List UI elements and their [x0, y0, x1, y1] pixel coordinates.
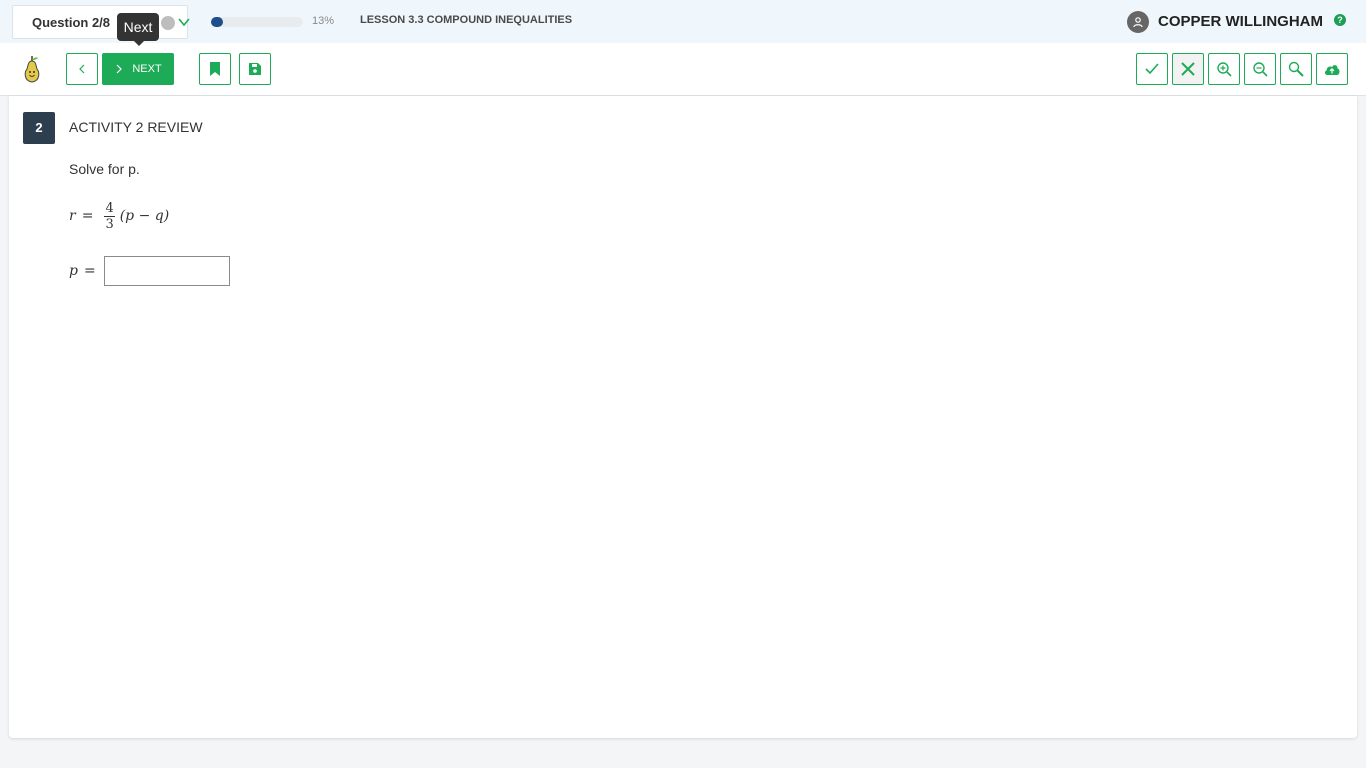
search-button[interactable] — [1280, 53, 1312, 85]
fraction: 4 3 — [104, 200, 115, 232]
bookmark-button[interactable] — [199, 53, 231, 85]
check-icon — [1145, 63, 1159, 75]
user-name[interactable]: COPPER WILLINGHAM — [1158, 13, 1323, 30]
question-prompt: Solve for p. — [69, 161, 140, 177]
top-bar: Question 2/8 Next 13% LESSON 3.3 COMPOUN… — [0, 0, 1366, 46]
user-icon[interactable] — [1127, 11, 1149, 33]
answer-input[interactable] — [103, 256, 230, 286]
equation: r = 4 3 (p − q) — [69, 198, 169, 234]
zoom-in-button[interactable] — [1208, 53, 1240, 85]
cloud-upload-icon — [1324, 65, 1340, 75]
lesson-title: LESSON 3.3 COMPOUND INEQUALITIES — [360, 14, 573, 26]
next-tooltip: Next — [117, 13, 159, 46]
fraction-numerator: 4 — [104, 200, 115, 217]
chevron-right-icon — [116, 64, 123, 74]
previous-button[interactable] — [66, 53, 98, 85]
chevron-down-icon[interactable] — [177, 15, 191, 29]
zoom-in-icon — [1217, 62, 1232, 77]
search-icon — [1288, 61, 1304, 77]
answer-row: p = — [69, 256, 230, 286]
progress-text: 13% — [312, 15, 335, 27]
progress-fill — [211, 17, 223, 27]
toggle-dot-icon — [161, 16, 175, 30]
question-number-badge: 2 — [23, 112, 55, 144]
pear-logo-icon — [24, 56, 40, 83]
question-card: 2 ACTIVITY 2 REVIEW Solve for p. r = 4 3… — [9, 96, 1357, 738]
question-selector[interactable]: Question 2/8 — [12, 5, 191, 39]
fraction-denominator: 3 — [105, 216, 114, 232]
progress-bar — [211, 17, 303, 27]
question-label: Question 2/8 — [32, 15, 111, 30]
help-icon[interactable]: ? — [1334, 14, 1346, 26]
next-button[interactable]: NEXT — [102, 53, 174, 85]
save-icon — [249, 63, 261, 75]
close-button[interactable] — [1172, 53, 1204, 85]
bookmark-icon — [210, 62, 220, 76]
equation-lhs: r — [69, 208, 76, 224]
zoom-out-button[interactable] — [1244, 53, 1276, 85]
save-button[interactable] — [239, 53, 271, 85]
equation-rest: (p − q) — [119, 208, 170, 224]
answer-equals: = — [83, 263, 96, 279]
upload-button[interactable] — [1316, 53, 1348, 85]
chevron-left-icon — [79, 64, 85, 74]
check-button[interactable] — [1136, 53, 1168, 85]
zoom-out-icon — [1253, 62, 1268, 77]
answer-variable: p — [69, 263, 78, 279]
equation-equals: = — [81, 208, 94, 224]
toolbar: NEXT — [0, 43, 1366, 96]
activity-title: ACTIVITY 2 REVIEW — [69, 119, 203, 135]
close-icon — [1181, 62, 1195, 76]
next-label: NEXT — [132, 63, 162, 75]
